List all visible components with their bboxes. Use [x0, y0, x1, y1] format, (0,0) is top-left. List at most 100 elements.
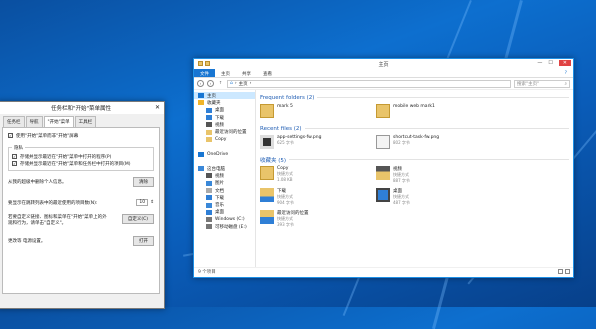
- drive-icon: [206, 217, 212, 223]
- checkbox-checked-icon[interactable]: ✓: [8, 133, 13, 138]
- desktop-icon: [206, 209, 212, 215]
- group-header[interactable]: Frequent folders (2): [260, 93, 569, 102]
- nav-item[interactable]: 桌面: [194, 107, 255, 114]
- picture-icon: [206, 180, 212, 186]
- group-header[interactable]: Recent files (2): [260, 124, 569, 133]
- tab-taskbar[interactable]: 任务栏: [3, 116, 25, 127]
- nav-item[interactable]: 文档: [194, 187, 255, 194]
- music-icon: [206, 202, 212, 208]
- file-item[interactable]: mark 5: [260, 102, 376, 124]
- file-item[interactable]: 最近访问的位置 快捷方式 393 字节: [260, 208, 376, 230]
- nav-item[interactable]: 这台电脑: [194, 165, 255, 172]
- address-chevron: ›: [249, 81, 252, 86]
- nav-item[interactable]: 最近访问的位置: [194, 128, 255, 135]
- file-details: 802 字节: [393, 140, 410, 145]
- image-light-icon: [376, 135, 390, 149]
- explorer-titlebar[interactable]: 主页 — ☐ ✕: [194, 59, 573, 69]
- group-items: Copy 快捷方式 1.08 KB 视频 快捷方式 887 字节 下载 快捷方式 904 …: [260, 164, 569, 230]
- file-item[interactable]: 桌面 快捷方式 487 字节: [376, 186, 492, 208]
- tab-start-menu[interactable]: "开始"菜单: [43, 116, 74, 127]
- file-explorer-window: 主页 — ☐ ✕ 文件 主页 共享 查看 ? ‹ › ↑ ⌂ › 主页 › 搜索…: [193, 58, 574, 278]
- tab-share[interactable]: 共享: [236, 69, 257, 77]
- cloud-icon: [198, 151, 204, 157]
- checkbox-label: 存储并显示最近在"开始"菜单和任务栏中打开的项目(M): [20, 161, 131, 167]
- nav-item[interactable]: 图片: [194, 180, 255, 187]
- close-button[interactable]: ✕: [558, 60, 571, 66]
- search-icon: ⌕: [564, 81, 567, 87]
- tab-home[interactable]: 主页: [215, 69, 236, 77]
- file-item[interactable]: 下载 快捷方式 904 字节: [260, 186, 376, 208]
- file-item[interactable]: Copy 快捷方式 1.08 KB: [260, 164, 376, 186]
- nav-item[interactable]: 收藏夹: [194, 99, 255, 106]
- file-details: 625 字节: [277, 140, 294, 145]
- group-header[interactable]: 收藏夹 (5): [260, 155, 569, 164]
- open-button[interactable]: 打开: [133, 236, 154, 246]
- nav-item-label: 可移动磁盘 (E:): [215, 224, 247, 230]
- nav-item[interactable]: 下载: [194, 114, 255, 121]
- nav-item[interactable]: 可移动磁盘 (E:): [194, 223, 255, 230]
- file-item[interactable]: app-settings-fw.png 625 字节: [260, 133, 376, 155]
- nav-item[interactable]: OneDrive: [194, 150, 255, 157]
- file-item[interactable]: shortcut-task-fw.png 802 字节: [376, 133, 492, 155]
- recent-count-input[interactable]: 10: [136, 199, 149, 206]
- file-item[interactable]: mobile web mark1: [376, 102, 492, 124]
- up-arrow-icon[interactable]: ↑: [217, 80, 224, 87]
- details-view-icon[interactable]: [558, 269, 563, 274]
- nav-item-label: 图片: [215, 181, 224, 187]
- more-settings-text: 更改等 电源设置。: [8, 239, 46, 244]
- checkbox-checked-icon[interactable]: ✓: [12, 154, 17, 159]
- taskbar-properties-dialog: 任务栏和"开始"菜单属性 ✕ 任务栏 导航 "开始"菜单 工具栏 ✓ 使用"开始…: [0, 101, 165, 309]
- video-icon: [206, 173, 212, 179]
- clear-button[interactable]: 清除: [133, 177, 154, 187]
- nav-item[interactable]: 主页: [194, 92, 255, 100]
- store-programs-checkbox[interactable]: ✓ 存储并显示最近在"开始"菜单中打开的程序(P): [12, 153, 150, 160]
- tiles-view-icon[interactable]: [565, 269, 570, 274]
- nav-item[interactable]: 视频: [194, 121, 255, 128]
- nav-item[interactable]: Windows (C:): [194, 216, 255, 223]
- recent-icon: [206, 129, 212, 135]
- nav-item[interactable]: 视频: [194, 172, 255, 179]
- search-input[interactable]: 搜索"主页" ⌕: [514, 79, 570, 88]
- dialog-titlebar[interactable]: 任务栏和"开始"菜单属性 ✕: [0, 102, 164, 114]
- tab-navigation[interactable]: 导航: [25, 116, 43, 127]
- nav-item[interactable]: 音乐: [194, 201, 255, 208]
- nav-item[interactable]: 桌面: [194, 209, 255, 216]
- file-details: 快捷方式 393 字节: [277, 216, 294, 227]
- image-dark-icon: [260, 135, 274, 149]
- nav-item-label: 最近访问的位置: [215, 130, 247, 136]
- file-item[interactable]: 视频 快捷方式 887 字节: [376, 164, 492, 186]
- forward-icon[interactable]: ›: [207, 80, 214, 87]
- window-title: 主页: [378, 61, 389, 68]
- customize-button[interactable]: 自定义(C): [121, 214, 154, 224]
- address-home-label[interactable]: 主页: [239, 81, 248, 87]
- address-input[interactable]: ⌂ › 主页 ›: [227, 79, 511, 88]
- start-menu-pane: ✓ 使用"开始"菜单而非"开始"屏幕 隐私 ✓ 存储并显示最近在"开始"菜单中打…: [2, 127, 160, 294]
- home-icon: [198, 93, 204, 99]
- folder-icon: [260, 104, 274, 118]
- minimize-button[interactable]: —: [537, 60, 542, 66]
- help-icon[interactable]: ?: [559, 69, 573, 77]
- dialog-tabs: 任务栏 导航 "开始"菜单 工具栏: [0, 116, 164, 127]
- maximize-button[interactable]: ☐: [548, 60, 552, 66]
- tab-toolbars[interactable]: 工具栏: [74, 116, 97, 127]
- folder-icon: [260, 166, 274, 180]
- nav-item[interactable]: Copy: [194, 136, 255, 143]
- download-folder-icon: [260, 188, 274, 202]
- tab-file[interactable]: 文件: [194, 69, 215, 77]
- store-items-checkbox[interactable]: ✓ 存储并显示最近在"开始"菜单和任务栏中打开的项目(M): [12, 160, 150, 167]
- use-start-menu-checkbox[interactable]: ✓ 使用"开始"菜单而非"开始"屏幕: [8, 132, 154, 139]
- back-icon[interactable]: ‹: [197, 80, 204, 87]
- ribbon-tabs: 文件 主页 共享 查看 ?: [194, 69, 573, 78]
- download-icon: [206, 115, 212, 121]
- tab-view[interactable]: 查看: [257, 69, 278, 77]
- nav-item-label: 下载: [215, 195, 224, 201]
- nav-item[interactable]: 下载: [194, 194, 255, 201]
- nav-item-label: 音乐: [215, 203, 224, 209]
- group-items: mark 5 mobile web mark1: [260, 102, 569, 124]
- file-details: 快捷方式 904 字节: [277, 194, 294, 205]
- checkbox-checked-icon[interactable]: ✓: [12, 161, 17, 166]
- group-label: 隐私: [12, 145, 25, 151]
- folder-icon: [206, 136, 212, 142]
- close-icon[interactable]: ✕: [155, 104, 160, 111]
- spinner-arrows-icon[interactable]: ⇕: [150, 200, 154, 205]
